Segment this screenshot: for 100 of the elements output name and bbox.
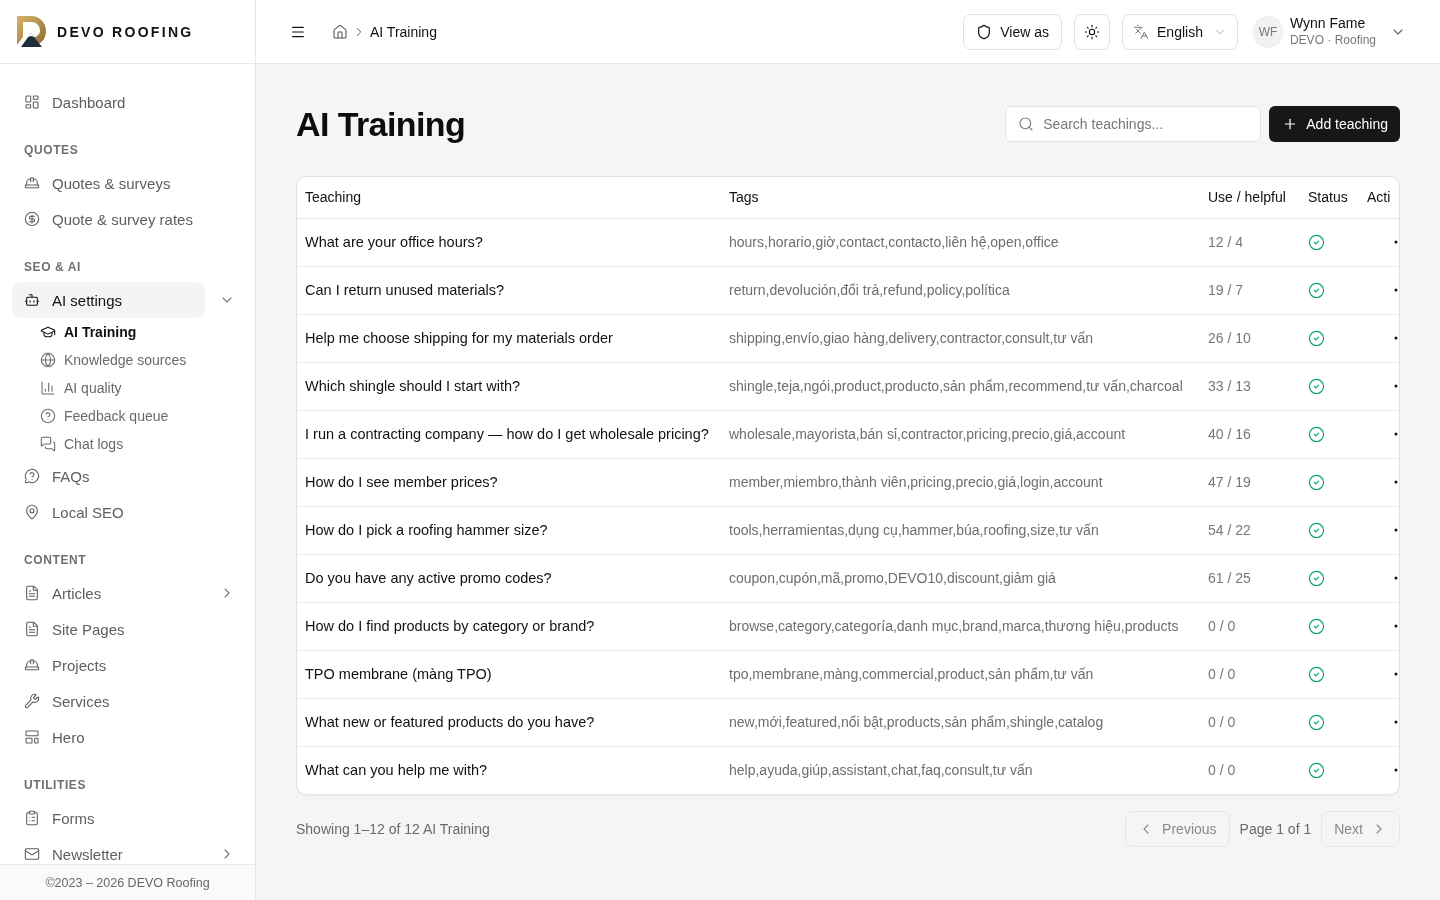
dot-icon[interactable] xyxy=(1394,768,1398,773)
dot-icon[interactable] xyxy=(1394,384,1398,388)
sidebar-subitem[interactable]: AI quality xyxy=(12,374,243,402)
table-cell: 47 / 19 xyxy=(1208,474,1251,490)
page-title: AI Training xyxy=(296,106,466,142)
sidebar-item[interactable]: FAQs xyxy=(12,458,243,494)
view-as-button[interactable]: View as xyxy=(963,13,1063,50)
graduation-cap-icon xyxy=(40,324,56,340)
table-cell: coupon,cupón,mã,promo,DEVO10,discount,giảm giá xyxy=(729,570,1056,586)
home-icon[interactable] xyxy=(332,23,348,40)
sidebar-item[interactable]: Local SEO xyxy=(12,494,243,530)
sidebar-item[interactable]: Forms xyxy=(12,800,243,836)
table-cell: browse,category,categoría,danh mục,brand,marca,thương hiệu,products xyxy=(729,618,1179,634)
table-cell: What can you help me with? xyxy=(305,762,488,779)
sidebar-subitem[interactable]: Knowledge sources xyxy=(12,346,243,374)
table-cell: TPO membrane (màng TPO) xyxy=(305,666,492,682)
shield-icon xyxy=(976,23,993,40)
translate-icon xyxy=(1133,23,1150,40)
table-cell: shipping,envío,giao hàng,delivery,contractor,consult,tư vấn xyxy=(729,330,1093,346)
table-cell: 61 / 25 xyxy=(1208,570,1251,586)
table-cell: hours,horario,giờ,contact,contacto,liên hệ,open,office xyxy=(729,234,1059,250)
table-cell: shingle,teja,ngói,product,producto,sản phẩm,recommend,tư vấn,charcoal xyxy=(729,378,1183,394)
table-cell: Do you have any active promo codes? xyxy=(305,570,552,586)
dollar-circle-icon xyxy=(24,211,40,227)
language-select[interactable]: English xyxy=(1122,13,1238,50)
table-cell: How do I find products by category or brand? xyxy=(305,618,595,634)
clipboard-icon xyxy=(24,810,40,826)
search-field[interactable]: Search teachings... xyxy=(1005,106,1262,142)
question-bubble-icon xyxy=(24,468,40,484)
map-pin-icon xyxy=(24,504,40,520)
column-header: Tags xyxy=(721,177,1200,218)
column-header: Teaching xyxy=(297,177,721,218)
table-cell: Help me choose shipping for my materials order xyxy=(305,330,613,346)
brand-name: DEVO ROOFING xyxy=(57,23,194,40)
section-heading: SEO & AI xyxy=(23,259,83,276)
sidebar-subitem[interactable]: Feedback queue xyxy=(12,402,243,430)
table-cell: tpo,membrane,màng,commercial,product,sản phẩm,tư vấn xyxy=(729,666,1094,682)
section-heading: CONTENT xyxy=(23,552,88,569)
user-name: Wynn Fame xyxy=(1289,15,1367,32)
table-cell: member,miembro,thành viên,pricing,precio,giá,login,account xyxy=(729,474,1103,490)
table-cell: Which shingle should I start with? xyxy=(305,378,521,394)
user-subtitle: DEVO · Roofing xyxy=(1289,33,1376,48)
sidebar-item[interactable]: Newsletter xyxy=(12,836,205,864)
dot-icon[interactable] xyxy=(1394,720,1398,724)
dot-icon[interactable] xyxy=(1394,624,1398,628)
dot-icon[interactable] xyxy=(1394,576,1398,580)
sidebar-item[interactable]: Services xyxy=(12,683,243,719)
question-circle-icon xyxy=(40,408,56,424)
table-cell: 12 / 4 xyxy=(1208,234,1244,250)
sidebar-subitem[interactable]: Chat logs xyxy=(12,430,243,458)
table-cell: return,devolución,đổi trả,refund,policy,política xyxy=(729,282,1010,298)
table-cell: wholesale,mayorista,bán sỉ,contractor,pricing,precio,giá,account xyxy=(729,426,1126,442)
table-cell: 0 / 0 xyxy=(1208,762,1236,779)
dot-icon[interactable] xyxy=(1394,432,1398,436)
sidebar-item[interactable]: Dashboard xyxy=(12,84,243,120)
dot-icon[interactable] xyxy=(1394,240,1398,244)
document-icon xyxy=(24,621,40,637)
search-icon xyxy=(1018,116,1035,132)
globe-icon xyxy=(40,352,56,368)
hard-hat-icon xyxy=(24,175,40,191)
table-cell: What new or featured products do you have? xyxy=(305,714,595,730)
dot-icon[interactable] xyxy=(1394,336,1398,340)
table-cell: 40 / 16 xyxy=(1208,426,1251,442)
bar-chart-icon xyxy=(40,380,56,396)
avatar[interactable]: WF xyxy=(1251,15,1284,48)
document-icon xyxy=(24,585,40,601)
table-cell: 19 / 7 xyxy=(1208,282,1244,298)
sidebar-item[interactable]: Projects xyxy=(12,647,243,683)
table-cell: 33 / 13 xyxy=(1208,378,1251,394)
dot-icon[interactable] xyxy=(1394,480,1398,484)
dot-icon[interactable] xyxy=(1394,528,1398,532)
sidebar-item[interactable]: Hero xyxy=(12,719,243,755)
dashboard-grid-icon xyxy=(24,94,40,110)
sidebar-item[interactable]: Quote & survey rates xyxy=(12,201,243,237)
section-heading: QUOTES xyxy=(23,142,80,159)
table-cell: 0 / 0 xyxy=(1208,618,1236,634)
table-cell: Can I return unused materials? xyxy=(305,282,505,298)
breadcrumb-current: AI Training xyxy=(370,23,437,40)
wrench-icon xyxy=(24,693,40,709)
table-cell: help,ayuda,giúp,assistant,chat,faq,consult,tư vấn xyxy=(729,762,1033,779)
dot-icon[interactable] xyxy=(1394,672,1398,676)
sun-icon xyxy=(1084,23,1101,40)
sidebar-item[interactable]: Site Pages xyxy=(12,611,243,647)
dot-icon[interactable] xyxy=(1394,288,1398,292)
table-cell: 26 / 10 xyxy=(1208,330,1251,346)
copyright-text: ©2023 – 2026 DEVO Roofing xyxy=(45,875,210,890)
table-cell: new,mới,featured,nổi bật,products,sản phẩm,shingle,catalog xyxy=(729,714,1104,730)
table-cell: tools,herramientas,dụng cụ,hammer,búa,roofing,size,tư vấn xyxy=(729,522,1099,538)
column-header: Acti xyxy=(1359,177,1399,218)
sidebar-item[interactable]: Articles xyxy=(12,575,205,611)
sidebar-subitem[interactable]: AI Training xyxy=(12,318,243,346)
logo-icon xyxy=(17,16,46,47)
layout-icon xyxy=(24,729,40,745)
mail-icon xyxy=(24,846,40,862)
sidebar-item[interactable]: AI settings xyxy=(12,282,205,318)
theme-toggle-button[interactable] xyxy=(1074,13,1111,50)
table-cell: How do I see member prices? xyxy=(305,474,498,490)
sidebar-item[interactable]: Quotes & surveys xyxy=(12,165,243,201)
add-teaching-button[interactable]: Add teaching xyxy=(1269,106,1400,142)
hard-hat-icon xyxy=(24,657,40,673)
